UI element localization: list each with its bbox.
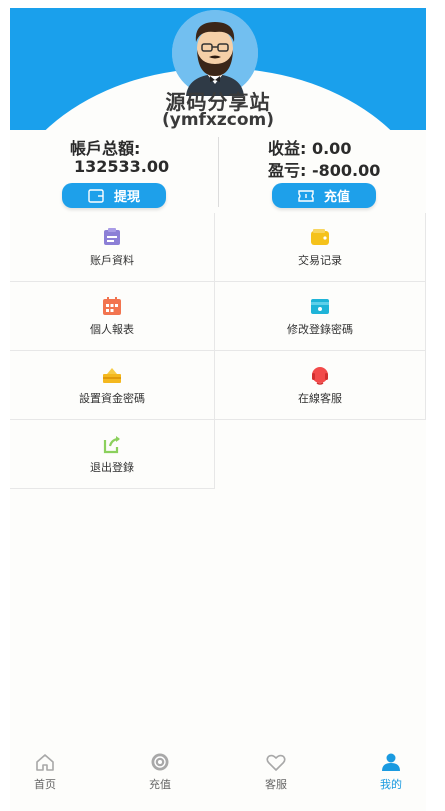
tab-label: 充值 (149, 777, 171, 791)
menu-item-change-login-password[interactable]: 修改登錄密碼 (215, 282, 426, 351)
menu-item-personal-report[interactable]: 個人報表 (10, 282, 215, 351)
home-icon (36, 753, 54, 771)
tab-mine[interactable]: 我的 (351, 741, 426, 801)
column-divider (218, 137, 219, 207)
site-url: (ymfxzcom) (161, 110, 275, 130)
menu-item-label: 账戶資料 (90, 254, 134, 267)
wallet-icon (309, 226, 331, 248)
headset-icon (309, 364, 331, 386)
menu-item-online-service[interactable]: 在線客服 (215, 351, 426, 420)
balance-label: 帳戶总額: (70, 139, 141, 158)
profit-label: 盈亏: -800.00 (268, 161, 381, 180)
tab-label: 客服 (265, 777, 287, 791)
profile-header: 源码分享站 (ymfxzcom) (10, 8, 426, 130)
tab-label: 我的 (380, 777, 402, 791)
avatar[interactable] (172, 10, 258, 96)
balance-area: 帳戶总額: 132533.00 收益: 0.00 盈亏: -800.00 提現 … (10, 133, 426, 215)
profile-page: 源码分享站 (ymfxzcom) 帳戶总額: 132533.00 收益: 0.0… (10, 8, 426, 811)
recharge-button[interactable]: 充值 (272, 183, 376, 208)
menu-item-logout[interactable]: 退出登錄 (10, 420, 215, 489)
menu-item-label: 交易记录 (298, 254, 342, 267)
money-stack-icon (101, 364, 123, 386)
menu-item-label: 修改登錄密碼 (287, 323, 353, 336)
id-card-icon (101, 226, 123, 248)
tab-recharge[interactable]: 充值 (120, 741, 200, 801)
balance-value: 132533.00 (74, 157, 170, 176)
withdraw-button-label: 提現 (113, 190, 140, 205)
card-lock-icon (309, 295, 331, 317)
wallet-outline-icon (88, 188, 104, 203)
menu-item-account-info[interactable]: 账戶資料 (10, 213, 215, 282)
income-label: 收益: 0.00 (268, 139, 352, 158)
bearded-man-avatar-icon (172, 10, 258, 96)
calendar-icon (101, 295, 123, 317)
user-icon (382, 753, 400, 771)
bottom-tab-bar: 首页 充值 客服 我的 (10, 741, 426, 801)
menu-item-label: 在線客服 (298, 392, 342, 405)
recharge-button-label: 充值 (323, 190, 350, 205)
tab-home[interactable]: 首页 (10, 741, 85, 801)
logout-icon (101, 433, 123, 455)
menu-item-label: 個人報表 (90, 323, 134, 336)
ticket-icon (298, 189, 314, 202)
menu-item-transactions[interactable]: 交易记录 (215, 213, 426, 282)
heart-icon (266, 754, 286, 771)
tab-label: 首页 (34, 777, 56, 791)
menu-item-label: 設置資金密碼 (79, 392, 145, 405)
withdraw-button[interactable]: 提現 (62, 183, 166, 208)
coin-icon (151, 753, 169, 770)
tab-service[interactable]: 客服 (236, 741, 316, 801)
menu-item-label: 退出登錄 (90, 461, 134, 474)
menu-item-set-fund-password[interactable]: 設置資金密碼 (10, 351, 215, 420)
